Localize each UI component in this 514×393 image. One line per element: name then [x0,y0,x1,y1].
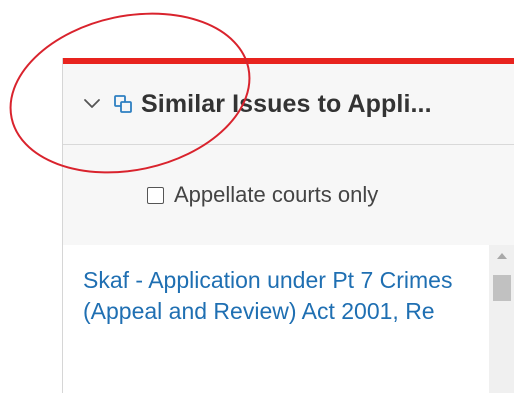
appellate-courts-label[interactable]: Appellate courts only [174,182,378,208]
result-link[interactable]: Skaf - Application under Pt 7 Crimes (Ap… [83,265,473,327]
related-documents-icon [114,95,132,113]
panel-header-toggle[interactable]: Similar Issues to Appli... [63,64,514,145]
similar-issues-panel: Similar Issues to Appli... Appellate cou… [62,58,514,393]
chevron-down-icon[interactable] [83,95,101,113]
scrollbar-thumb[interactable] [493,275,511,301]
panel-title: Similar Issues to Appli... [141,89,432,118]
results-list: Skaf - Application under Pt 7 Crimes (Ap… [63,245,489,393]
results-scrollbar[interactable] [489,245,514,393]
scroll-up-arrow-icon[interactable] [496,251,508,261]
screenshot-stage: Similar Issues to Appli... Appellate cou… [0,0,514,393]
appellate-courts-checkbox[interactable] [147,186,164,204]
appellate-filter-row: Appellate courts only [63,145,514,245]
